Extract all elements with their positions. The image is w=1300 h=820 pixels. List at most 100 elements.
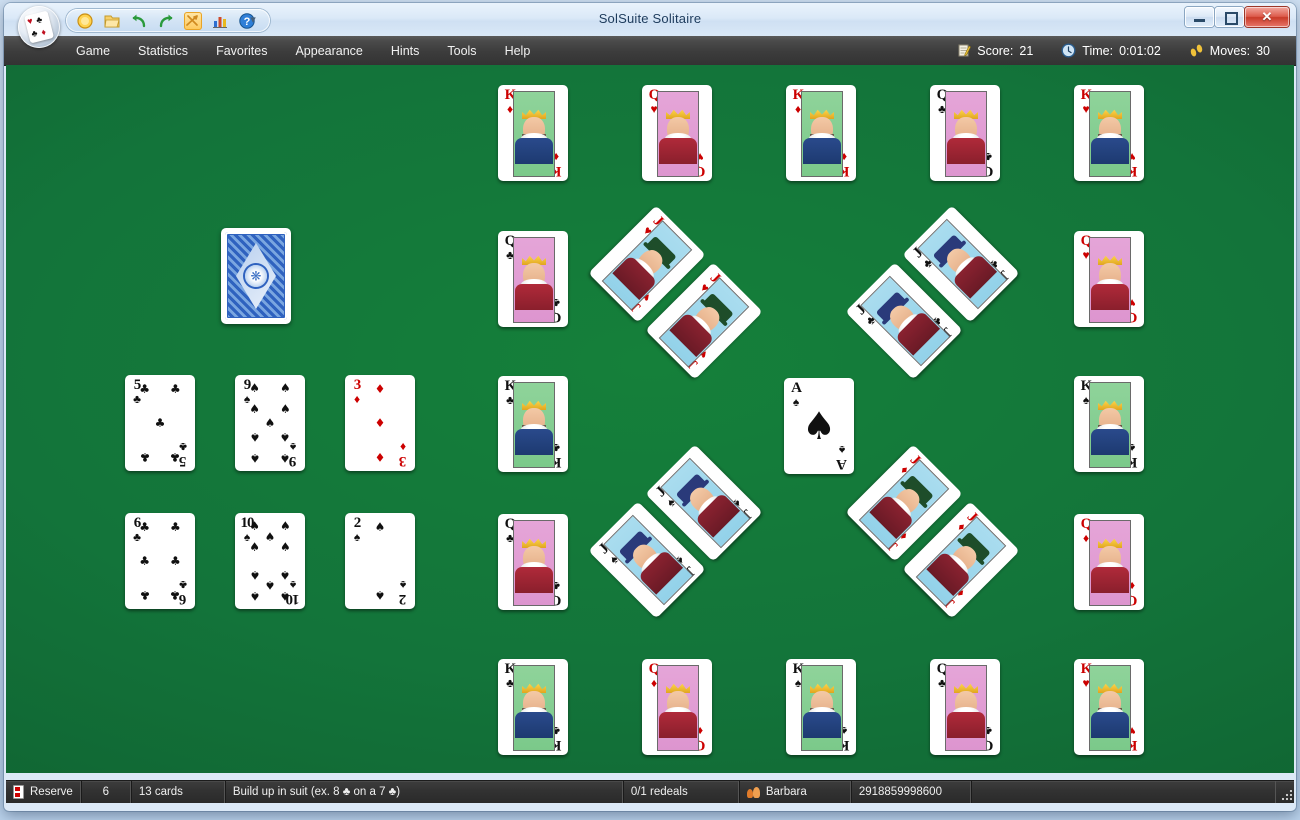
card-k-spades[interactable]: K ♠ K ♠	[786, 659, 856, 755]
queen-face-art	[1089, 237, 1131, 323]
card-3-diamonds[interactable]: 3 ♦ 3 ♦ ♦ ♦ ♦	[345, 375, 415, 471]
card-pip-grid: ♠ ♠ ♠ ♠ ♠ ♠ ♠ ♠ ♠	[249, 380, 291, 466]
moves-value: 30	[1256, 43, 1270, 58]
menu-appearance[interactable]: Appearance	[282, 39, 375, 63]
queen-face-art	[657, 665, 699, 751]
menu-hints[interactable]: Hints	[378, 39, 432, 63]
score-label: Score:	[977, 43, 1014, 58]
card-k-hearts[interactable]: K ♥ K ♥	[1074, 659, 1144, 755]
card-2-spades[interactable]: 2 ♠ 2 ♠ ♠ ♠	[345, 513, 415, 609]
card-back-star-icon: ❋	[250, 268, 262, 284]
king-face-art	[513, 382, 555, 468]
minimize-button[interactable]	[1185, 7, 1214, 27]
card-k-spades[interactable]: K ♠ K ♠	[1074, 376, 1144, 472]
game-table[interactable]: K ♦ K ♦ Q ♥ Q ♥ K ♦ K ♦ Q ♣ Q ♣ K ♥ K ♥ Q ♣ Q ♣ Q ♥ Q ♥ J ♥ J ♥ J ♥ J ♥ J ♣ J ♣…	[6, 65, 1294, 773]
moves-stat: Moves: 30	[1175, 43, 1284, 58]
moves-label: Moves:	[1209, 43, 1251, 58]
reserve-cell: Reserve	[6, 781, 81, 803]
card-k-clubs[interactable]: K ♣ K ♣	[498, 659, 568, 755]
menu-statistics[interactable]: Statistics	[125, 39, 201, 63]
maximize-button[interactable]	[1215, 7, 1244, 27]
menu-favorites[interactable]: Favorites	[203, 39, 280, 63]
header-stats: Score: 21 Time: 0:01:02 Moves: 30	[942, 36, 1284, 65]
card-9-spades[interactable]: 9 ♠ 9 ♠ ♠ ♠ ♠ ♠ ♠ ♠ ♠ ♠ ♠	[235, 375, 305, 471]
score-value: 21	[1019, 43, 1034, 58]
stock-pile[interactable]: ❋	[221, 228, 291, 324]
king-face-art	[1089, 91, 1131, 177]
status-filler	[970, 781, 1276, 803]
application-window: ♥ ♣ ♣ ♦ ? ▾ SolSuite Solitaire ✕ Game St…	[4, 3, 1296, 811]
status-bar: Reserve 6 13 cards Build up in suit (ex.…	[6, 780, 1294, 803]
queen-face-art	[513, 520, 555, 606]
king-face-art	[1089, 382, 1131, 468]
reserve-label: Reserve	[30, 786, 73, 798]
king-face-art	[513, 665, 555, 751]
card-q-clubs[interactable]: Q ♣ Q ♣	[498, 514, 568, 610]
time-label: Time:	[1082, 43, 1114, 58]
menu-game[interactable]: Game	[63, 39, 123, 63]
time-value: 0:01:02	[1119, 43, 1161, 58]
queen-face-art	[657, 91, 699, 177]
quick-access-toolbar: ?	[66, 9, 270, 32]
card-5-clubs[interactable]: 5 ♣ 5 ♣ ♣ ♣ ♣ ♣ ♣	[125, 375, 195, 471]
title-bar: ♥ ♣ ♣ ♦ ? ▾ SolSuite Solitaire ✕	[4, 3, 1296, 48]
card-10-spades[interactable]: 10 ♠ 10 ♠ ♠ ♠ ♠ ♠ ♠ ♠ ♠ ♠ ♠ ♠	[235, 513, 305, 609]
card-a-spades[interactable]: A ♠ A ♠ ♠	[784, 378, 854, 474]
window-controls: ✕	[1185, 7, 1289, 27]
score-notepad-icon	[956, 43, 972, 58]
menu-bar: Game Statistics Favorites Appearance Hin…	[4, 36, 1296, 66]
queen-face-art	[945, 91, 987, 177]
score-stat: Score: 21	[942, 43, 1047, 58]
card-pip-grid: ♠ ♠	[374, 520, 386, 602]
players-icon	[746, 786, 760, 798]
king-face-art	[513, 91, 555, 177]
card-pip-grid: ♠ ♠ ♠ ♠ ♠ ♠ ♠ ♠ ♠ ♠	[249, 518, 291, 604]
card-k-diamonds[interactable]: K ♦ K ♦	[786, 85, 856, 181]
card-q-clubs[interactable]: Q ♣ Q ♣	[930, 659, 1000, 755]
redo-icon[interactable]	[157, 12, 175, 30]
queen-face-art	[513, 237, 555, 323]
close-button[interactable]: ✕	[1245, 7, 1289, 27]
app-orb-card: ♥ ♣ ♣ ♦	[23, 10, 55, 44]
menu-help[interactable]: Help	[492, 39, 544, 63]
redeals-cell: 0/1 redeals	[622, 781, 739, 803]
desktop-background: ♥ ♣ ♣ ♦ ? ▾ SolSuite Solitaire ✕ Game St…	[0, 0, 1300, 820]
card-k-hearts[interactable]: K ♥ K ♥	[1074, 85, 1144, 181]
card-q-clubs[interactable]: Q ♣ Q ♣	[498, 231, 568, 327]
rule-cell: Build up in suit (ex. 8 ♣ on a 7 ♣)	[224, 781, 623, 803]
card-6-clubs[interactable]: 6 ♣ 6 ♣ ♣ ♣ ♣ ♣ ♣ ♣	[125, 513, 195, 609]
open-game-icon[interactable]	[103, 12, 121, 30]
time-stat: Time: 0:01:02	[1047, 43, 1175, 58]
card-q-clubs[interactable]: Q ♣ Q ♣	[930, 85, 1000, 181]
statistics-icon[interactable]	[211, 12, 229, 30]
card-q-hearts[interactable]: Q ♥ Q ♥	[1074, 231, 1144, 327]
cards-left-cell: 13 cards	[130, 781, 225, 803]
card-back-pattern: ❋	[225, 232, 287, 320]
reserve-card-icon	[13, 785, 24, 799]
card-pip-grid: ♣ ♣ ♣ ♣ ♣ ♣	[139, 520, 181, 602]
hint-icon[interactable]	[184, 11, 202, 30]
card-q-diamonds[interactable]: Q ♦ Q ♦	[1074, 514, 1144, 610]
moves-footprints-icon	[1189, 43, 1204, 58]
new-game-icon[interactable]	[76, 12, 94, 30]
playing-cards-icon[interactable]: ♥ ♣ ♣ ♦	[18, 6, 60, 48]
toolbar-overflow-icon[interactable]: ▾	[247, 14, 259, 26]
card-q-diamonds[interactable]: Q ♦ Q ♦	[642, 659, 712, 755]
undo-icon[interactable]	[130, 12, 148, 30]
resize-grip[interactable]	[1276, 781, 1294, 803]
card-pip-grid: ♠	[801, 404, 837, 448]
card-pip-grid: ♦ ♦ ♦	[374, 382, 386, 464]
menu-tools[interactable]: Tools	[434, 39, 489, 63]
player-name: Barbara	[765, 786, 807, 798]
card-pip-grid: ♣ ♣ ♣ ♣ ♣	[139, 382, 181, 464]
king-face-art	[1089, 665, 1131, 751]
reserve-count-cell: 6	[80, 781, 131, 803]
deal-number-cell: 2918859998600	[850, 781, 971, 803]
player-cell: Barbara	[738, 781, 851, 803]
clock-icon	[1061, 43, 1076, 58]
card-k-diamonds[interactable]: K ♦ K ♦	[498, 85, 568, 181]
card-q-hearts[interactable]: Q ♥ Q ♥	[642, 85, 712, 181]
king-face-art	[801, 665, 843, 751]
card-k-clubs[interactable]: K ♣ K ♣	[498, 376, 568, 472]
king-face-art	[801, 91, 843, 177]
